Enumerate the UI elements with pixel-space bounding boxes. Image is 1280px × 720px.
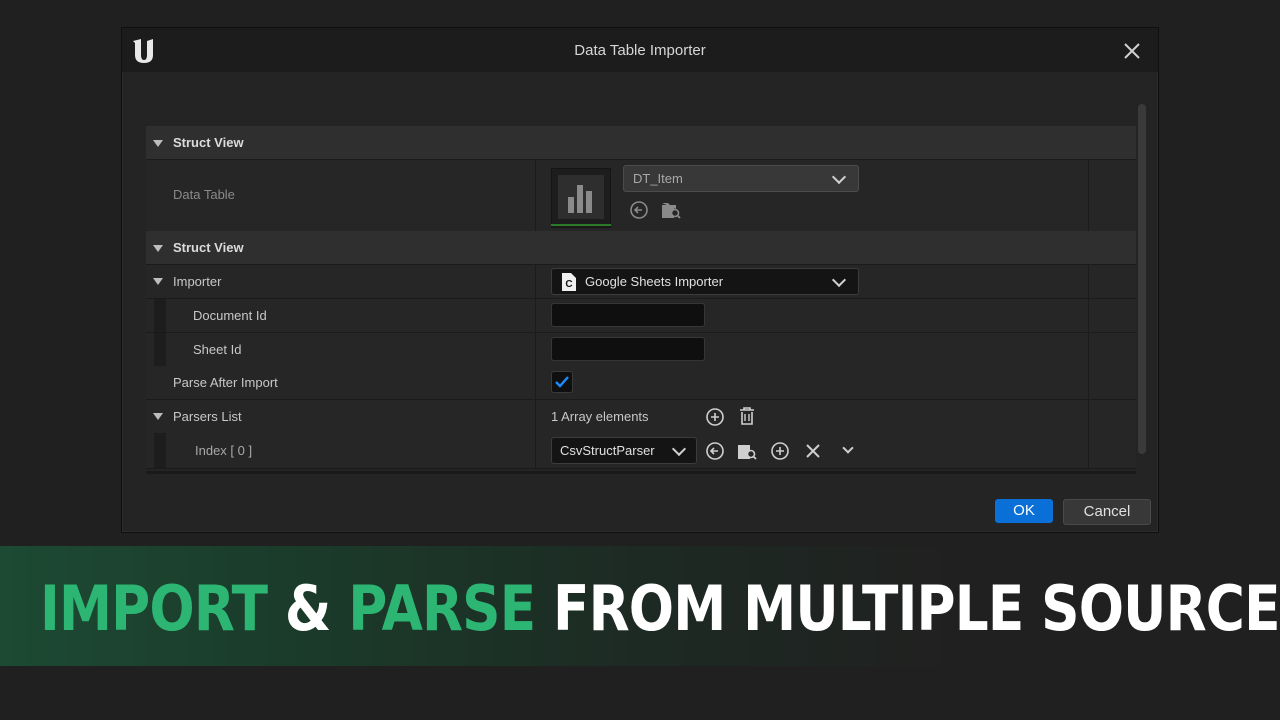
- use-selected-asset-icon[interactable]: [629, 200, 649, 220]
- value-column: [535, 366, 1089, 399]
- title-bar: Data Table Importer: [122, 28, 1158, 72]
- name-column: Sheet Id: [146, 333, 534, 366]
- collapse-triangle-icon: [153, 140, 163, 147]
- expand-triangle-icon[interactable]: [153, 413, 163, 420]
- extra-column: [1088, 160, 1137, 231]
- checkmark-icon: [555, 376, 569, 388]
- trash-icon[interactable]: [738, 406, 756, 426]
- array-index-row: Index [ 0 ] CsvStructParser: [146, 433, 1136, 469]
- add-element-icon[interactable]: [705, 407, 725, 427]
- banner-ampersand: &: [284, 572, 332, 645]
- extra-column: [1088, 299, 1137, 332]
- banner-headline: IMPORT & PARSE FROM MULTIPLE SOURCES: [40, 572, 1280, 645]
- extra-column: [1088, 433, 1137, 468]
- banner-rest: FROM MULTIPLE SOURCES: [553, 572, 1280, 645]
- document-id-label: Document Id: [193, 308, 267, 323]
- data-table-row: Data Table DT_Item: [146, 160, 1136, 232]
- document-id-row: Document Id: [146, 299, 1136, 333]
- name-column: Index [ 0 ]: [146, 433, 534, 468]
- importer-row: Importer C Google Sheets Importer: [146, 265, 1136, 299]
- browse-asset-icon[interactable]: [736, 441, 758, 461]
- data-table-importer-dialog: Data Table Importer Struct View Data Tab…: [121, 27, 1159, 533]
- name-column: Data Table: [146, 160, 534, 231]
- banner-word-import: IMPORT: [40, 572, 268, 645]
- indent-bar: [154, 333, 166, 366]
- category-struct-view[interactable]: Struct View: [146, 126, 1136, 160]
- extra-column: [1088, 265, 1137, 298]
- category-label: Struct View: [173, 135, 244, 150]
- value-column: CsvStructParser: [535, 433, 1089, 468]
- extra-column: [1088, 400, 1137, 433]
- name-column: Importer: [146, 265, 534, 298]
- name-column: Parse After Import: [146, 366, 534, 399]
- category-label: Struct View: [173, 240, 244, 255]
- ok-button[interactable]: OK: [995, 499, 1053, 523]
- importer-label: Importer: [173, 274, 222, 289]
- sheet-id-row: Sheet Id: [146, 333, 1136, 367]
- value-column: [535, 299, 1089, 332]
- expand-triangle-icon[interactable]: [153, 278, 163, 285]
- dialog-title: Data Table Importer: [574, 42, 706, 59]
- data-table-value: DT_Item: [633, 171, 683, 186]
- bar-chart-icon: [568, 185, 592, 213]
- indent-bar: [154, 299, 166, 332]
- banner-word-parse: PARSE: [348, 572, 536, 645]
- value-column: C Google Sheets Importer: [535, 265, 1089, 298]
- extra-column: [1088, 333, 1137, 366]
- sheet-id-label: Sheet Id: [193, 342, 242, 357]
- parse-after-import-row: Parse After Import: [146, 366, 1136, 400]
- document-id-input[interactable]: [551, 303, 705, 327]
- chevron-down-icon: [831, 169, 847, 185]
- value-column: [535, 333, 1089, 366]
- parsers-list-label: Parsers List: [173, 409, 242, 424]
- asset-type-underline: [551, 224, 611, 226]
- thumbnail-frame: [558, 175, 604, 219]
- value-column: 1 Array elements: [535, 400, 1089, 433]
- element-options-chevron-icon[interactable]: [842, 442, 854, 454]
- importer-value: Google Sheets Importer: [585, 274, 724, 289]
- panel-bottom-divider: [146, 471, 1136, 474]
- parse-after-import-label: Parse After Import: [173, 375, 278, 390]
- array-count-label: 1 Array elements: [551, 409, 649, 424]
- collapse-triangle-icon: [153, 245, 163, 252]
- name-column: Parsers List: [146, 400, 534, 433]
- chevron-down-icon: [671, 441, 687, 457]
- data-table-label: Data Table: [173, 187, 235, 202]
- close-icon[interactable]: [1123, 42, 1141, 60]
- class-file-icon: C: [562, 273, 576, 291]
- use-selected-asset-icon[interactable]: [705, 441, 725, 461]
- name-column: Document Id: [146, 299, 534, 332]
- parser-class-dropdown[interactable]: CsvStructParser: [551, 437, 697, 464]
- parsers-list-row: Parsers List 1 Array elements: [146, 400, 1136, 434]
- browse-asset-icon[interactable]: [660, 200, 682, 220]
- svg-text:C: C: [565, 279, 572, 290]
- remove-element-icon[interactable]: [804, 442, 822, 460]
- parse-after-import-checkbox[interactable]: [551, 371, 573, 393]
- sheet-id-input[interactable]: [551, 337, 705, 361]
- category-struct-view[interactable]: Struct View: [146, 231, 1136, 265]
- data-table-asset-picker[interactable]: DT_Item: [623, 165, 859, 192]
- extra-column: [1088, 366, 1137, 399]
- array-index-label: Index [ 0 ]: [195, 443, 253, 458]
- indent-bar: [154, 433, 166, 468]
- asset-thumbnail[interactable]: [551, 168, 611, 228]
- scrollbar[interactable]: [1138, 104, 1146, 454]
- value-column: DT_Item: [535, 160, 1089, 231]
- parser-class-value: CsvStructParser: [560, 443, 655, 458]
- chevron-down-icon: [831, 272, 847, 288]
- importer-dropdown[interactable]: C Google Sheets Importer: [551, 268, 859, 295]
- insert-element-icon[interactable]: [770, 441, 790, 461]
- cancel-button[interactable]: Cancel: [1063, 499, 1151, 525]
